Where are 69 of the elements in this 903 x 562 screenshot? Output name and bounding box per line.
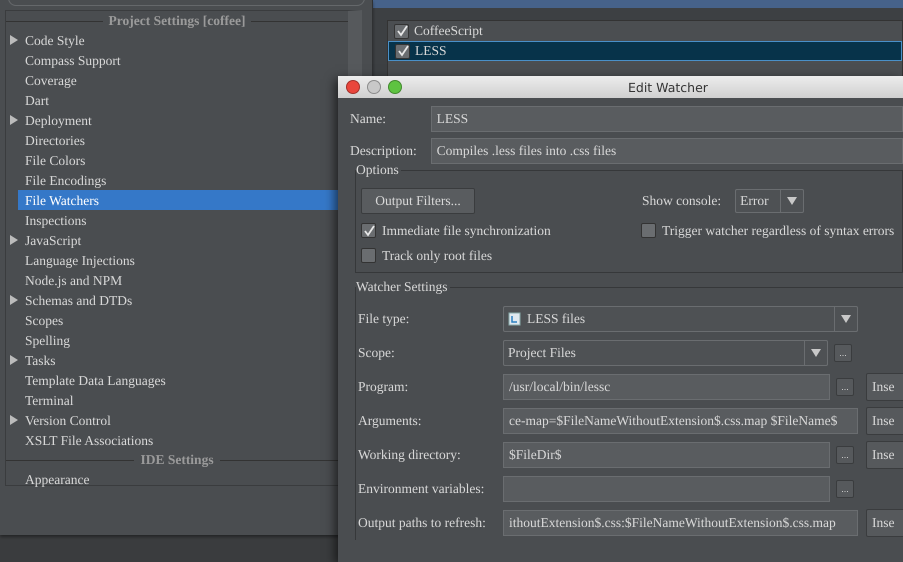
field-label: Output paths to refresh: (358, 515, 487, 531)
tree-item[interactable]: Compass Support (6, 50, 348, 70)
file-icon (508, 312, 522, 326)
insert-button[interactable]: Inse (866, 509, 903, 537)
field-label: Show console: (642, 193, 722, 209)
window-title: Edit Watcher (628, 80, 708, 94)
text-field[interactable]: ce-map=$FileNameWithoutExtension$.css.map $FileName$ (503, 408, 858, 434)
text-field[interactable] (503, 476, 830, 502)
group-title: Watcher Settings (356, 279, 450, 295)
checkbox-label: Track only root files (382, 248, 492, 264)
caret-icon (787, 197, 798, 205)
expand-arrow-icon (10, 235, 18, 245)
zoom-button[interactable] (388, 80, 402, 94)
watcher-name: LESS (415, 43, 447, 59)
expand-arrow-icon (10, 115, 18, 125)
section-header: Project Settings [coffee] (108, 13, 246, 29)
minimize-button[interactable] (367, 80, 381, 94)
expand-arrow-icon (10, 35, 18, 45)
tree-item[interactable]: JavaScript (6, 230, 348, 250)
checkbox[interactable] (395, 44, 410, 58)
checkbox[interactable] (641, 223, 656, 238)
checkbox-label: Immediate file synchronization (382, 222, 551, 238)
close-button[interactable] (346, 80, 360, 94)
checkbox[interactable] (394, 24, 409, 38)
field-label: Program: (358, 379, 410, 395)
field-label: Working directory: (358, 447, 462, 463)
browse-button[interactable]: ... (836, 480, 854, 498)
text-field[interactable]: ithoutExtension$.css:$FileNameWithoutExtension$.css.map (503, 510, 858, 536)
text-field[interactable]: /usr/local/bin/lessc (503, 374, 830, 400)
checkbox-label: Trigger watcher regardless of syntax errors (662, 222, 894, 238)
field-label: Environment variables: (358, 481, 486, 497)
text-field[interactable]: LESS (430, 106, 903, 132)
tree-item[interactable]: Deployment (6, 110, 348, 130)
checkbox[interactable] (361, 223, 376, 238)
expand-arrow-icon (10, 355, 18, 365)
insert-button[interactable]: Inse (866, 373, 903, 401)
watcher-row[interactable]: LESS (388, 41, 902, 61)
field-label: Arguments: (358, 413, 422, 429)
section-header: IDE Settings (139, 452, 215, 468)
field-label: Name: (350, 111, 387, 127)
dropdown[interactable]: Project Files (503, 340, 828, 366)
watcher-row[interactable]: CoffeeScript (388, 21, 902, 41)
check-icon (362, 224, 374, 236)
insert-button[interactable]: Inse (866, 407, 903, 435)
tree-item[interactable]: Tasks (6, 350, 348, 370)
tree-item[interactable]: Code Style (6, 30, 348, 50)
field-label: Scope: (358, 345, 396, 361)
browse-button[interactable]: ... (834, 344, 852, 362)
field-label: Description: (350, 143, 418, 159)
caret-icon (811, 349, 821, 357)
watcher-name: CoffeeScript (414, 23, 483, 39)
expand-arrow-icon (10, 415, 18, 425)
field-label: File type: (358, 311, 410, 327)
text-field[interactable]: Compiles .less files into .css files (430, 138, 903, 164)
expand-arrow-icon (10, 295, 18, 305)
check-icon (396, 25, 408, 37)
text-field[interactable]: $FileDir$ (503, 442, 830, 468)
caret-icon (841, 315, 851, 323)
browse-button[interactable]: ... (836, 378, 854, 396)
insert-button[interactable]: Inse (866, 441, 903, 469)
browse-button[interactable]: ... (836, 446, 854, 464)
checkbox[interactable] (361, 248, 376, 263)
console-dropdown[interactable]: Error (735, 189, 804, 213)
group-title: Options (356, 162, 401, 178)
dropdown[interactable]: LESS files (503, 306, 858, 332)
check-icon (396, 45, 408, 57)
tree-item[interactable]: Schemas and DTDs (6, 290, 348, 310)
tree-item[interactable]: Version Control (6, 410, 348, 430)
output-filters-button[interactable]: Output Filters... (361, 188, 475, 214)
